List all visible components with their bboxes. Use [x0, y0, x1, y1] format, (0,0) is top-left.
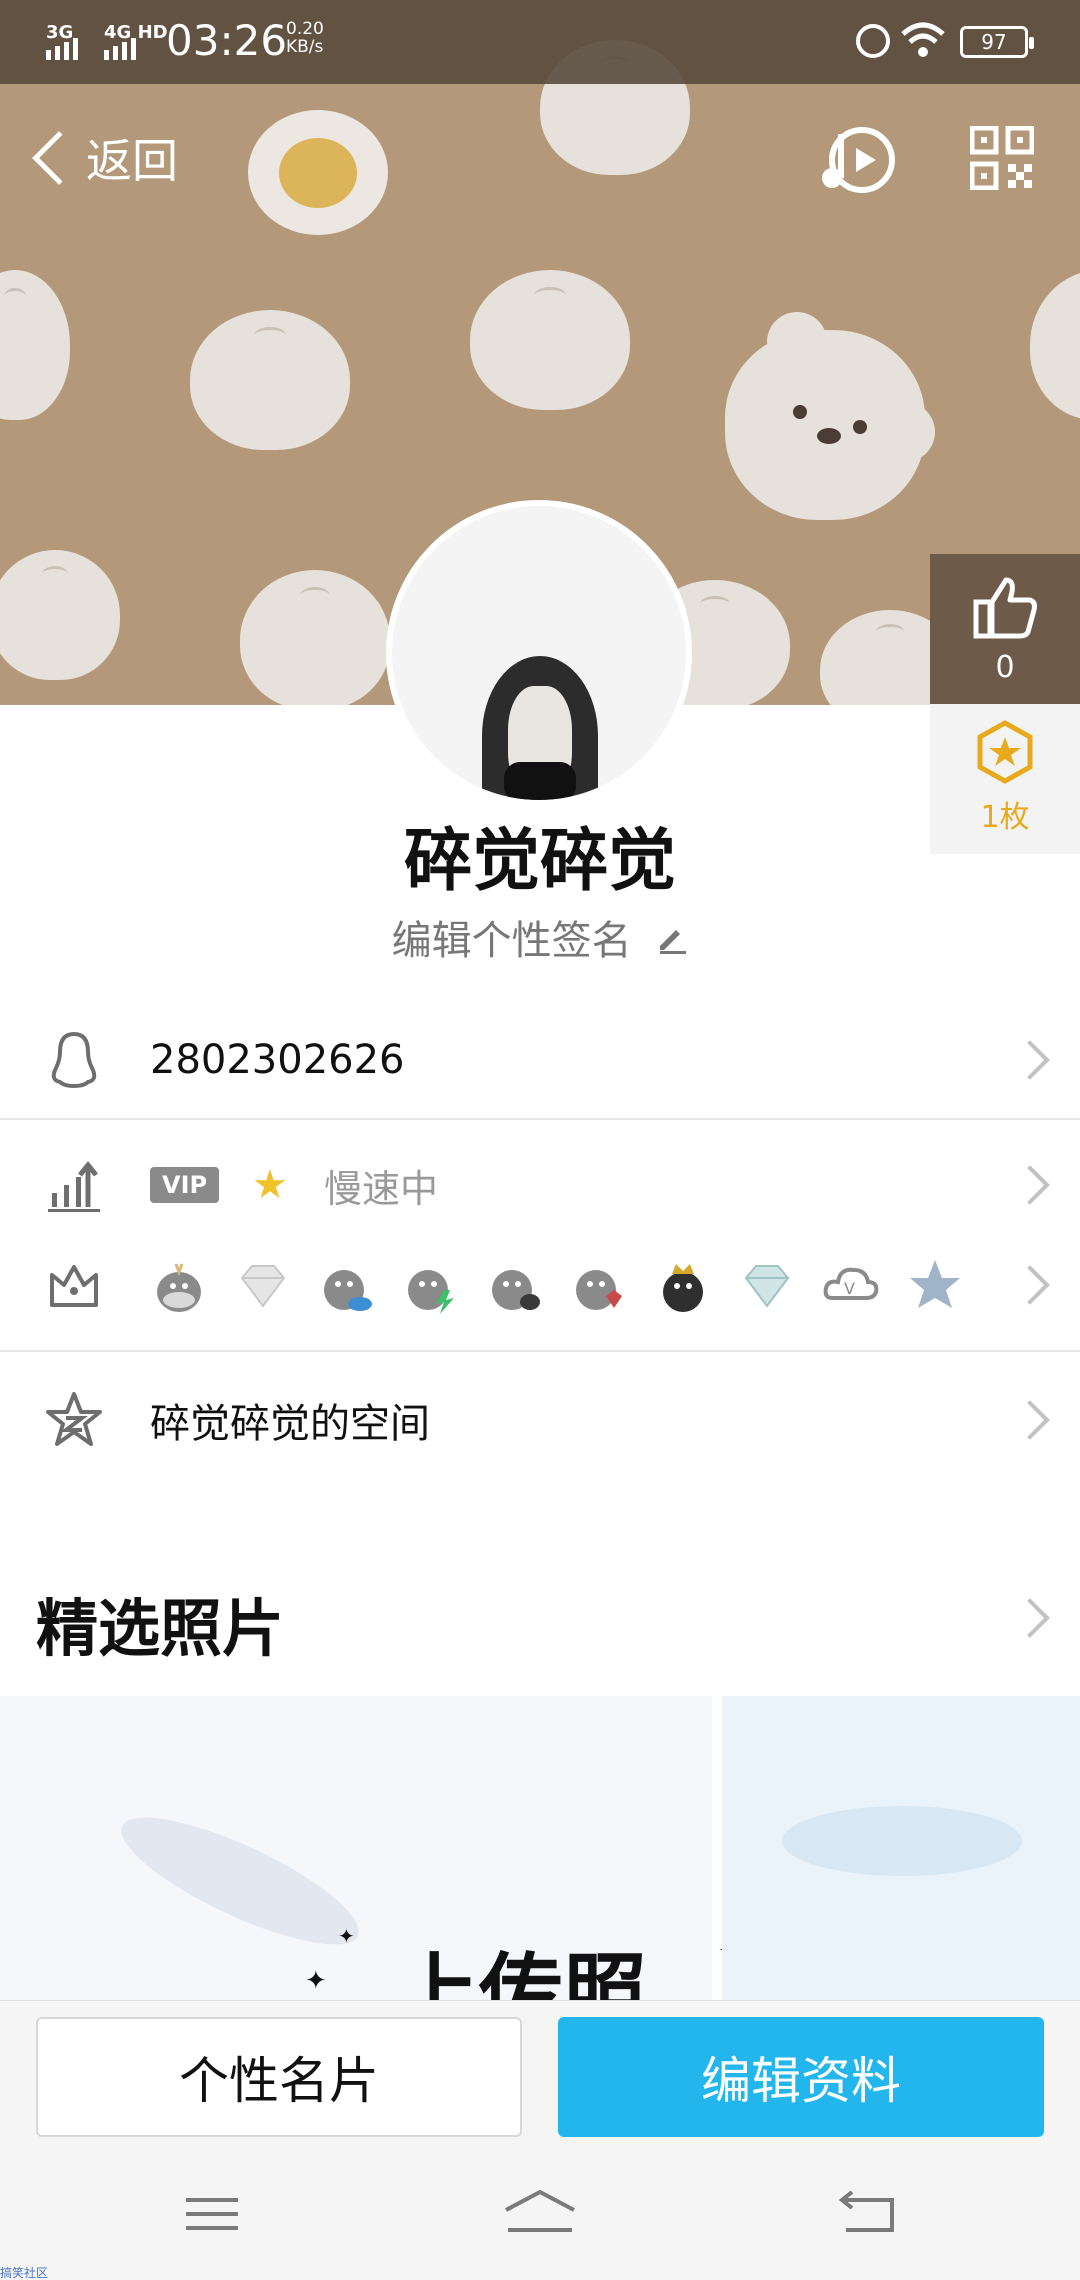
vip-level-row[interactable]: VIP ★ 慢速中 [0, 1140, 1080, 1230]
space-row[interactable]: 碎觉碎觉的空间 [0, 1370, 1080, 1470]
like-button[interactable]: 0 [930, 554, 1080, 704]
level-chart-icon [48, 1160, 100, 1212]
sparkle-icon: ✦ [305, 1966, 327, 1996]
chevron-left-icon [32, 131, 86, 185]
qzone-star-icon [46, 1392, 102, 1446]
cloud-vip-badge-icon: V [823, 1267, 879, 1300]
penguin-dark-badge-icon [492, 1270, 540, 1310]
fish-decoration [782, 1806, 1022, 1876]
badge-list: V [150, 1256, 964, 1314]
music-play-icon[interactable] [818, 120, 898, 200]
upload-photo-label: 上传照片 [395, 1944, 648, 2000]
thumbs-up-icon [973, 577, 1037, 639]
chevron-right-icon[interactable] [1010, 1598, 1050, 1638]
cover-bun-decoration [470, 270, 630, 410]
vip-status: 慢速中 [324, 1166, 439, 1211]
badges-row[interactable]: V [0, 1240, 1080, 1330]
space-label: 碎觉碎觉的空间 [150, 1401, 430, 1447]
watermark: 搞笑社区 [0, 2266, 49, 2280]
vip-tag: VIP [150, 1167, 220, 1203]
cover-bun-decoration [240, 570, 390, 705]
cover-bun-decoration [190, 310, 350, 450]
wifi-icon [901, 22, 945, 57]
network-speed-value: 0.20 [286, 19, 324, 39]
penguin-gem-badge-icon [576, 1270, 622, 1310]
upload-photo-tile[interactable]: ✦ ✦ ✦ 上传照片 [0, 1696, 740, 2000]
alarm-icon [856, 24, 890, 58]
chevron-right-icon [1010, 1400, 1050, 1440]
avatar[interactable] [386, 500, 692, 806]
badge-button[interactable]: 1枚 [930, 704, 1080, 854]
qr-code-icon[interactable] [970, 126, 1034, 190]
chevron-right-icon [1010, 1040, 1050, 1080]
photo-tile[interactable] [722, 1696, 1080, 2000]
signature-placeholder: 编辑个性签名 [391, 918, 632, 964]
feather-decoration [107, 1794, 373, 1968]
back-nav-icon[interactable] [830, 2184, 910, 2244]
diamond-badge-icon [240, 1265, 286, 1308]
network-speed-unit: KB/s [286, 37, 324, 57]
system-nav-bar [0, 2150, 1080, 2280]
qq-number-row[interactable]: 2802302626 [0, 1010, 1080, 1110]
star-icon: ★ [252, 1162, 288, 1208]
signal-icon [104, 38, 136, 60]
signal-icon [46, 38, 78, 60]
nickname: 碎觉碎觉 [403, 822, 676, 901]
likes-count: 0 [995, 650, 1015, 685]
penguin-crown-badge-icon [663, 1264, 703, 1312]
penguin-lightning-badge-icon [408, 1270, 454, 1314]
badge-count: 1枚 [980, 800, 1030, 835]
divider [0, 1118, 1080, 1120]
pencil-icon [660, 930, 687, 954]
sparkle-icon: ✦ [338, 1924, 355, 1948]
signature-edit[interactable]: 编辑个性签名 [0, 908, 1080, 966]
cover-bun-decoration [0, 270, 70, 420]
divider [0, 1350, 1080, 1352]
featured-photos: ✦ ✦ ✦ 上传照片 [0, 1696, 1080, 2000]
chevron-right-icon [1010, 1265, 1050, 1305]
side-panel: 0 1枚 [930, 554, 1080, 854]
home-icon[interactable] [500, 2184, 580, 2244]
crown-icon [50, 1265, 98, 1307]
battery-icon: 97 [960, 26, 1034, 58]
chevron-right-icon [1010, 1165, 1050, 1205]
penguin-badge-icon [157, 1263, 201, 1312]
star-blue-badge-icon [910, 1260, 960, 1308]
qq-number: 2802302626 [150, 1037, 405, 1083]
penguin-fish-badge-icon [324, 1270, 372, 1311]
star-badge-icon [977, 720, 1033, 784]
clock: 03:26 [166, 16, 288, 65]
cover-bear-decoration [725, 312, 935, 520]
penguin-icon [51, 1031, 97, 1089]
edit-profile-button[interactable]: 编辑资料 [558, 2017, 1044, 2137]
cover-bun-decoration [1030, 270, 1080, 420]
network-speed: 0.20 KB/s [286, 20, 324, 56]
featured-photos-title: 精选照片 [36, 1592, 285, 1665]
back-button[interactable]: 返回 [30, 118, 178, 198]
svg-text:V: V [844, 1279, 855, 1298]
menu-icon[interactable] [172, 2184, 252, 2244]
cover-egg-decoration [248, 110, 388, 235]
status-bar: 3G 4G HD 03:26 0.20 KB/s 97 [0, 0, 1080, 84]
profile-card-button[interactable]: 个性名片 [36, 2017, 522, 2137]
back-label: 返回 [86, 134, 178, 188]
cover-bun-decoration [0, 550, 120, 680]
action-bar: 个性名片 编辑资料 [0, 2000, 1080, 2150]
diamond-blue-badge-icon [744, 1265, 790, 1308]
